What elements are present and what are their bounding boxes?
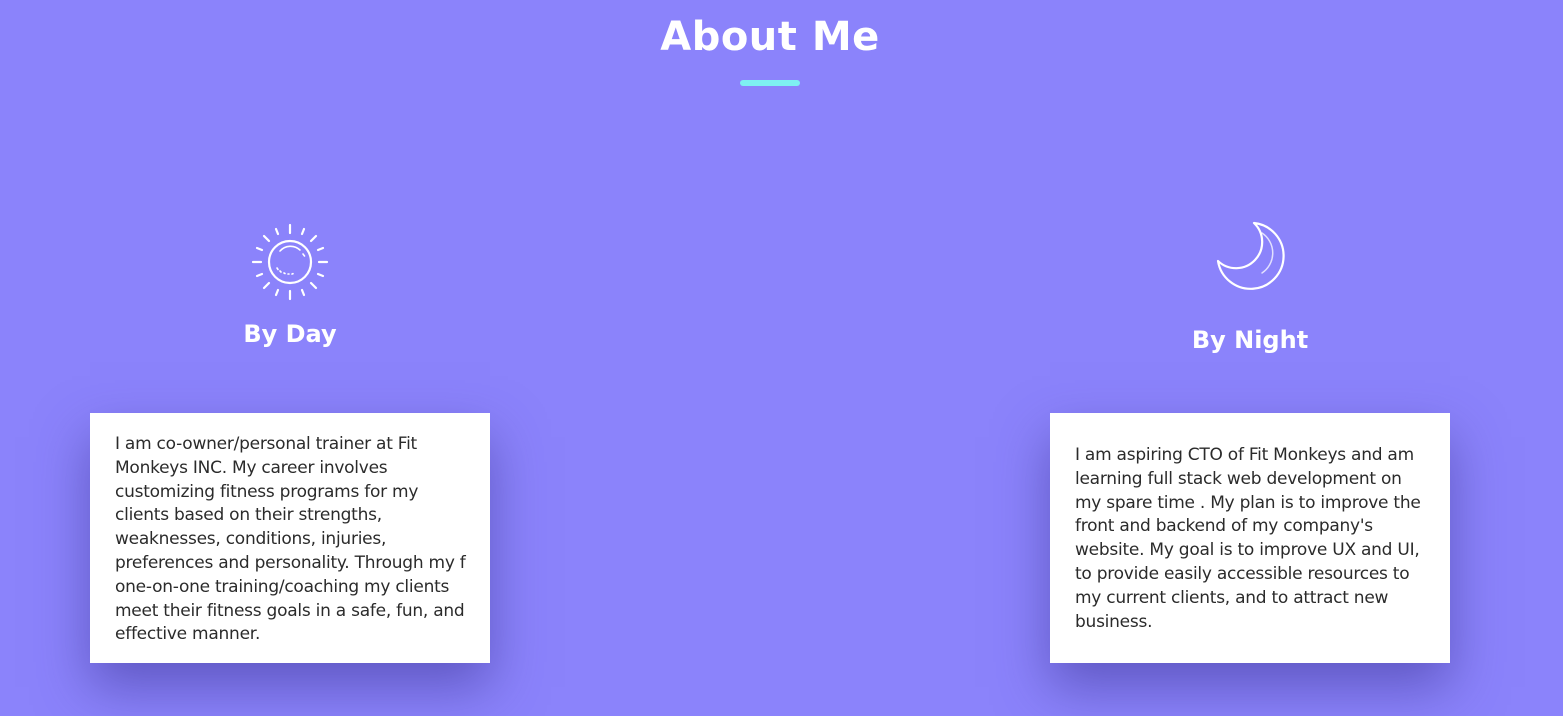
- by-night-card: I am aspiring CTO of Fit Monkeys and am …: [1050, 413, 1450, 663]
- sun-icon: [251, 223, 329, 301]
- by-night-text: I am aspiring CTO of Fit Monkeys and am …: [1075, 445, 1421, 632]
- moon-icon: [1216, 221, 1285, 290]
- by-night-heading: By Night: [1191, 326, 1309, 354]
- by-day-heading: By Day: [243, 320, 337, 348]
- title-underline: [740, 80, 800, 86]
- by-day-column: By Day I am co-owner/personal trainer at…: [90, 0, 490, 716]
- by-day-text: I am co-owner/personal trainer at Fit Mo…: [115, 434, 466, 645]
- by-day-card: I am co-owner/personal trainer at Fit Mo…: [90, 413, 490, 663]
- by-night-column: By Night I am aspiring CTO of Fit Monkey…: [1050, 0, 1450, 716]
